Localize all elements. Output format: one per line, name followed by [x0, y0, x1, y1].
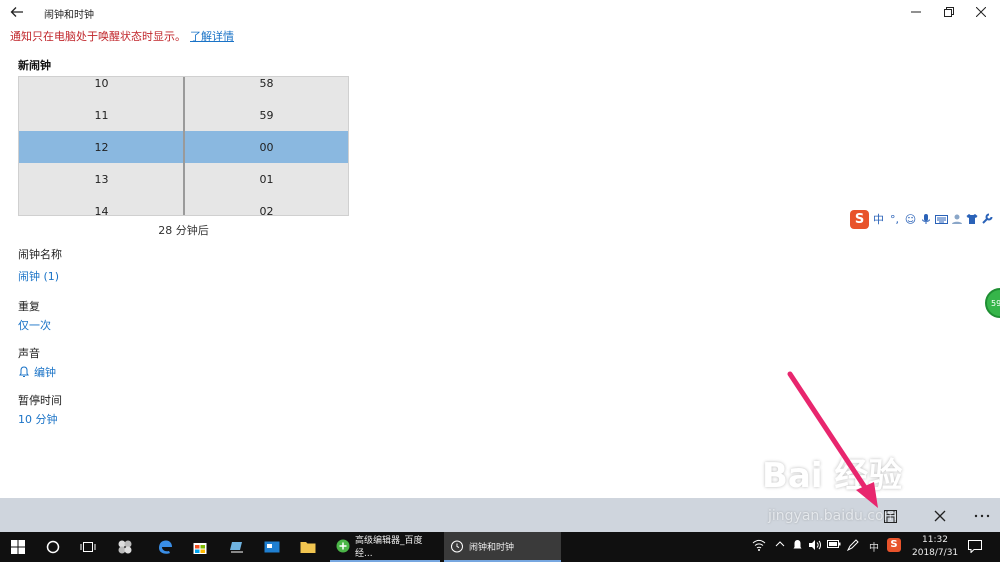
taskbar-clock[interactable]: 11:32 2018/7/31 [912, 534, 958, 560]
task-view-button[interactable] [78, 537, 98, 557]
title-bar: 闹钟和时钟 [0, 0, 1000, 24]
snooze-field[interactable]: 10 分钟 [18, 411, 58, 427]
watermark-brand: Bai 经验 [762, 456, 903, 496]
pen-workspace-icon[interactable] [846, 539, 859, 554]
minute-option-selected[interactable]: 00 [184, 131, 348, 163]
countdown-text: 28 分钟后 [158, 224, 209, 237]
windows-logo-icon [11, 540, 25, 554]
minute-option[interactable]: 01 [184, 163, 348, 195]
wake-notice: 通知只在电脑处于唤醒状态时显示。 了解详情 [10, 28, 234, 44]
hour-option-selected[interactable]: 12 [19, 131, 184, 163]
keyboard-icon[interactable] [935, 213, 948, 225]
taskbar-app-explorer[interactable] [298, 537, 318, 557]
time-picker[interactable]: 10 11 12 13 14 58 59 00 01 02 [18, 76, 349, 216]
close-icon [976, 7, 986, 17]
taskbar-app-news[interactable] [262, 537, 282, 557]
taskbar-app-label: 闹钟和时钟 [469, 542, 515, 553]
alarm-name-label: 闹钟名称 [18, 248, 62, 261]
taskbar-app-fan[interactable] [115, 537, 135, 557]
taskbar-app-connect[interactable] [227, 537, 247, 557]
sound-field[interactable]: 编钟 [18, 364, 56, 380]
repeat-field[interactable]: 仅一次 [18, 317, 51, 333]
battery-icon[interactable] [827, 539, 841, 552]
ime-mode-toggle[interactable]: 中 [872, 211, 885, 227]
start-button[interactable] [8, 537, 28, 557]
hour-column[interactable]: 10 11 12 13 14 [19, 77, 184, 216]
edge-browser-icon [159, 540, 172, 554]
cortana-button[interactable] [43, 537, 63, 557]
sound-label: 声音 [18, 347, 40, 360]
restore-icon [944, 7, 954, 17]
input-language-indicator[interactable]: 中 [869, 539, 879, 554]
hour-option[interactable]: 13 [19, 163, 184, 195]
minimize-button[interactable] [905, 3, 927, 21]
section-title: 新闹钟 [18, 59, 51, 72]
clock-time: 11:32 [922, 535, 948, 545]
clock-date: 2018/7/31 [912, 548, 959, 558]
minute-column[interactable]: 58 59 00 01 02 [184, 77, 348, 216]
emoji-icon[interactable]: ☺ [904, 213, 917, 226]
cortana-circle-icon [46, 540, 60, 554]
minute-option[interactable]: 02 [184, 195, 348, 216]
folder-icon [300, 542, 316, 553]
snooze-label: 暂停时间 [18, 394, 62, 407]
taskbar-app-alarms[interactable]: 闹钟和时钟 [444, 532, 561, 562]
alarm-clock-icon [451, 540, 463, 553]
repeat-label: 重复 [18, 300, 40, 313]
store-bag-icon [193, 543, 207, 554]
ime-punct-toggle[interactable]: °, [888, 213, 901, 226]
repeat-value: 仅一次 [18, 319, 51, 332]
back-arrow-icon [10, 7, 23, 17]
wrench-icon[interactable] [981, 213, 993, 225]
bell-icon [19, 366, 29, 377]
volume-icon[interactable] [808, 539, 822, 554]
learn-more-link[interactable]: 了解详情 [190, 30, 234, 43]
notice-text: 通知只在电脑处于唤醒状态时显示。 [10, 30, 186, 43]
taskbar-app-store[interactable] [190, 537, 210, 557]
taskbar: 高级编辑器_百度经... 闹钟和时钟 中 S 11:32 2018/7/31 [0, 532, 1000, 562]
sound-value: 编钟 [34, 366, 56, 379]
minute-option[interactable]: 59 [184, 99, 348, 131]
notification-bell-icon[interactable] [792, 539, 803, 554]
hour-option[interactable]: 11 [19, 99, 184, 131]
hour-option[interactable]: 14 [19, 195, 184, 216]
taskbar-app-edge[interactable] [155, 537, 175, 557]
news-app-icon [264, 541, 280, 553]
close-window-button[interactable] [970, 3, 992, 21]
baidu-watermark: Bai 经验 jingyan.baidu.com [762, 448, 997, 538]
minute-option[interactable]: 58 [184, 77, 348, 99]
projector-icon [230, 542, 243, 553]
chevron-up-icon[interactable] [775, 539, 785, 552]
pinwheel-app-icon [118, 540, 132, 554]
task-view-icon [80, 542, 96, 552]
hour-option[interactable]: 10 [19, 77, 184, 99]
ime-toolbar[interactable]: S 中 °, ☺ [847, 208, 1000, 230]
sogou-s-icon: S [887, 538, 901, 552]
browser-green-icon [336, 539, 350, 553]
taskbar-app-browser-editor[interactable]: 高级编辑器_百度经... [330, 532, 440, 562]
snooze-value: 10 分钟 [18, 413, 58, 426]
alarm-name-value: 闹钟 (1) [18, 270, 60, 283]
taskbar-app-label: 高级编辑器_百度经... [354, 536, 423, 559]
sogou-tray-icon[interactable]: S [887, 538, 901, 552]
restore-button[interactable] [938, 3, 960, 21]
minimize-icon [911, 11, 921, 13]
back-button[interactable] [8, 3, 26, 21]
window-title: 闹钟和时钟 [44, 10, 94, 21]
skin-shirt-icon[interactable] [966, 213, 978, 225]
floating-speed-badge[interactable]: 59 [985, 288, 1000, 318]
watermark-url: jingyan.baidu.com [768, 508, 898, 524]
alarm-name-field[interactable]: 闹钟 (1) [18, 268, 59, 284]
user-icon[interactable] [951, 213, 963, 225]
microphone-icon[interactable] [920, 213, 932, 225]
action-center-icon[interactable] [968, 540, 982, 556]
wifi-icon[interactable] [752, 539, 766, 554]
sogou-logo-icon[interactable]: S [850, 209, 869, 229]
alarm-edit-window: 闹钟和时钟 通知只在电脑处于唤醒状态时显示。 了解详情 新闹钟 10 11 12 … [0, 0, 1000, 532]
